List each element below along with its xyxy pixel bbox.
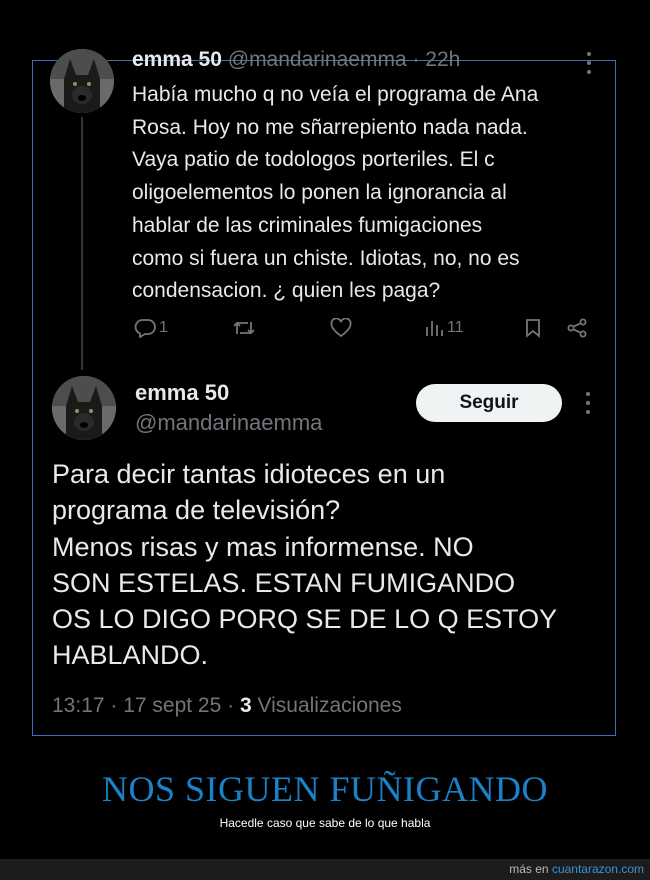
handle[interactable]: @mandarinaemma — [135, 410, 322, 436]
bookmark-button[interactable] — [524, 318, 542, 338]
bookmark-icon — [526, 319, 540, 338]
views-count: 3 — [239, 694, 252, 717]
tweet-line: oligoelementos lo ponen la ignorancia al — [132, 181, 507, 205]
analytics-icon — [426, 321, 443, 336]
footer-prefix: más en — [509, 862, 552, 876]
tweet-line: HABLANDO. — [52, 640, 209, 671]
avatar[interactable] — [52, 376, 116, 440]
views-button[interactable]: 11 — [424, 318, 464, 338]
more-options-icon[interactable] — [586, 52, 592, 74]
tweet1-actions: 1 11 — [132, 318, 592, 344]
tweet1-header: emma 50 @mandarinaemma · 22h — [132, 48, 460, 72]
tweet-line: SON ESTELAS. ESTAN FUMIGANDO — [52, 567, 516, 598]
reply-count: 1 — [159, 319, 168, 336]
dog-avatar-icon — [50, 49, 114, 113]
like-button[interactable] — [330, 318, 355, 338]
tweet-meta: 13:17 · 17 sept 25 · 3 Visualizaciones — [52, 694, 402, 718]
display-name[interactable]: emma 50 — [135, 380, 229, 406]
tweet1-text: Había mucho q no veía el programa de Ana… — [132, 79, 602, 308]
tweet-line: como si fuera un chiste. Idiotas, no, no… — [132, 246, 520, 270]
retweet-button[interactable] — [232, 318, 259, 338]
caption-subtitle: Hacedle caso que sabe de lo que habla — [219, 816, 431, 830]
reply-button[interactable]: 1 — [134, 318, 168, 338]
follow-button[interactable]: Seguir — [416, 384, 562, 422]
views-label: Visualizaciones — [251, 694, 402, 717]
tweet-line: Menos risas y mas informense. NO — [52, 531, 474, 562]
thread-line — [81, 117, 83, 370]
views-count: 11 — [447, 319, 464, 336]
timestamp[interactable]: 13:17 · 17 sept 25 · — [52, 694, 240, 717]
handle-time[interactable]: @mandarinaemma · 22h — [228, 48, 461, 71]
retweet-icon — [233, 321, 255, 335]
tweet-line: programa de televisión? — [52, 495, 341, 526]
share-button[interactable] — [566, 318, 588, 338]
caption-title: NOS SIGUEN FUÑIGANDO — [101, 769, 548, 809]
reply-icon — [134, 319, 156, 338]
tweet-line: hablar de las criminales fumigaciones — [132, 213, 483, 237]
display-name[interactable]: emma 50 — [132, 48, 222, 71]
footer-bar: más en cuantarazon.com — [0, 859, 650, 880]
site-link[interactable]: cuantarazon.com — [552, 862, 644, 876]
tweet-line: Vaya patio de todologos porteriles. El c — [132, 148, 495, 172]
tweet-line: condensacion. ¿ quien les paga? — [132, 279, 441, 303]
more-options-icon[interactable] — [585, 392, 591, 414]
tweet2-text: Para decir tantas idioteces en un progra… — [52, 456, 592, 674]
share-icon — [567, 318, 587, 338]
tweet-line: Para decir tantas idioteces en un — [52, 459, 446, 489]
avatar[interactable] — [50, 49, 114, 113]
tweet-line: Había mucho q no veía el programa de Ana — [132, 83, 539, 106]
tweet-line: Rosa. Hoy no me sñarrepiento nada nada. — [132, 115, 528, 139]
dog-avatar-icon — [52, 376, 116, 440]
footer-text: más en cuantarazon.com — [509, 862, 644, 876]
tweet-line: OS LO DIGO PORQ SE DE LO Q ESTOY — [52, 604, 558, 635]
heart-icon — [330, 318, 352, 338]
